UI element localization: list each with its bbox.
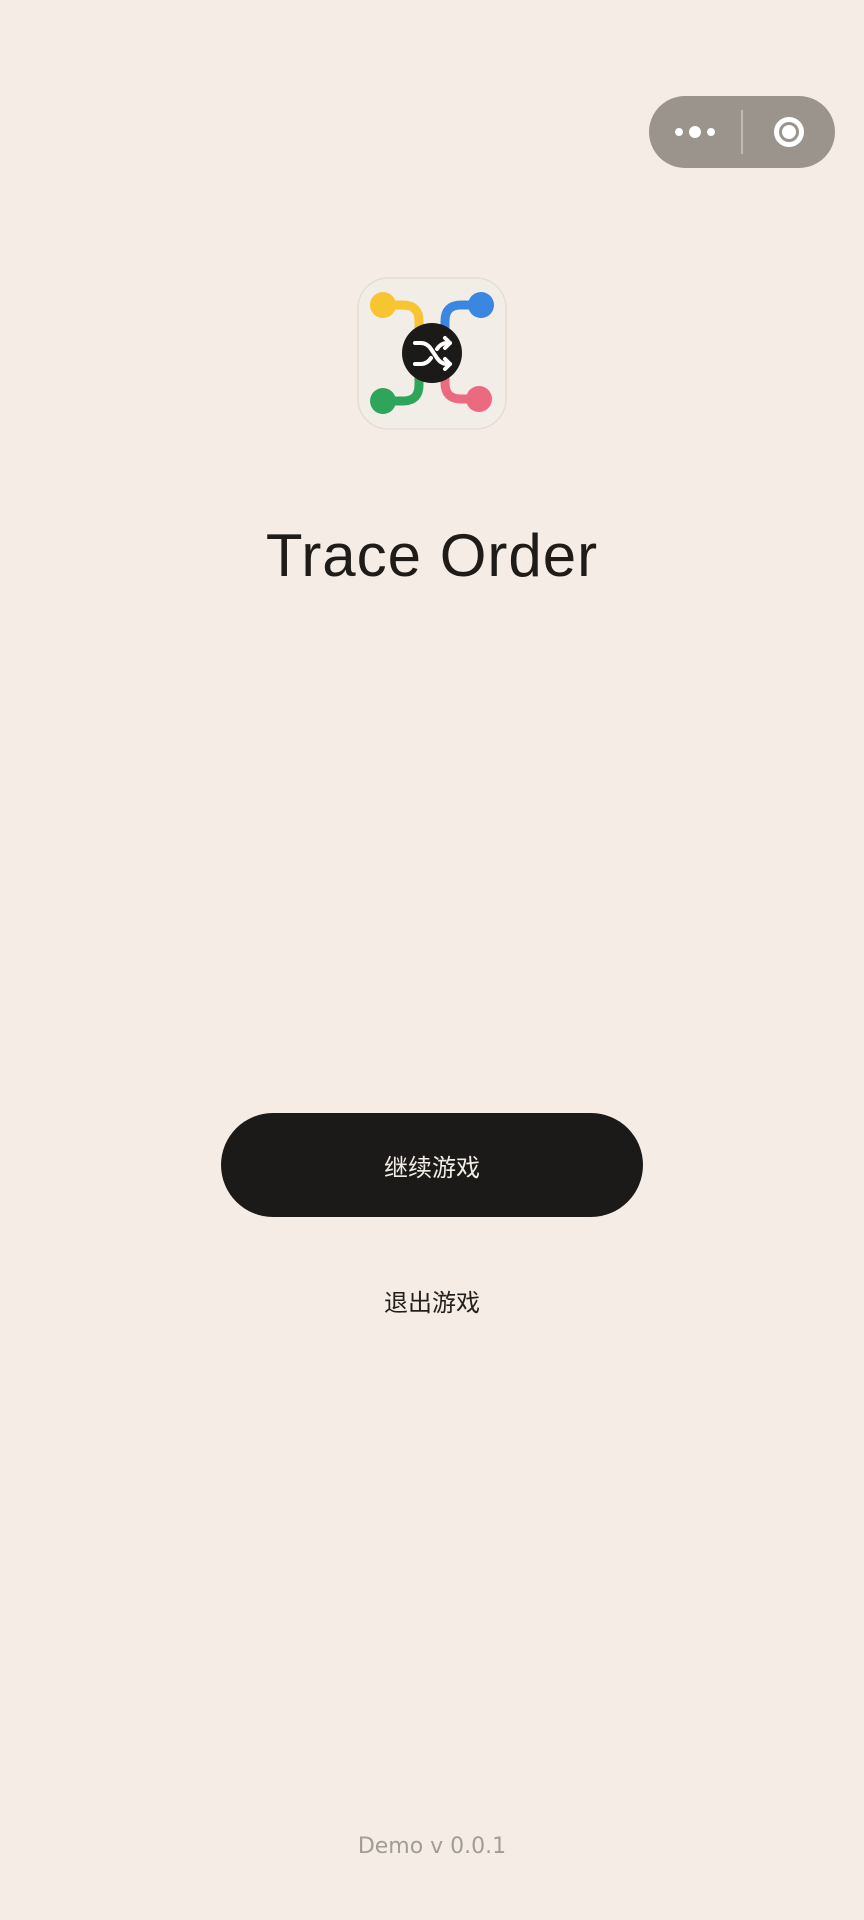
more-button[interactable] <box>649 96 741 168</box>
close-miniprogram-button[interactable] <box>743 96 835 168</box>
more-dots-icon-right <box>707 128 715 136</box>
app-logo <box>357 277 507 430</box>
blue-node <box>468 292 494 318</box>
game-title: Trace Order <box>265 522 599 589</box>
shuffle-logo-icon <box>357 277 507 430</box>
miniprogram-capsule <box>649 96 835 168</box>
pink-node <box>466 386 492 412</box>
continue-game-button[interactable]: 继续游戏 <box>221 1113 643 1217</box>
more-dots-icon <box>675 128 683 136</box>
continue-game-label: 继续游戏 <box>384 1153 480 1182</box>
version-label: Demo v 0.0.1 <box>357 1834 507 1859</box>
exit-game-button[interactable]: 退出游戏 <box>332 1276 532 1324</box>
yellow-node <box>370 292 396 318</box>
more-dots-icon-center <box>689 126 701 138</box>
green-node <box>370 388 396 414</box>
exit-game-label: 退出游戏 <box>384 1288 480 1317</box>
target-circle-icon <box>774 117 804 147</box>
